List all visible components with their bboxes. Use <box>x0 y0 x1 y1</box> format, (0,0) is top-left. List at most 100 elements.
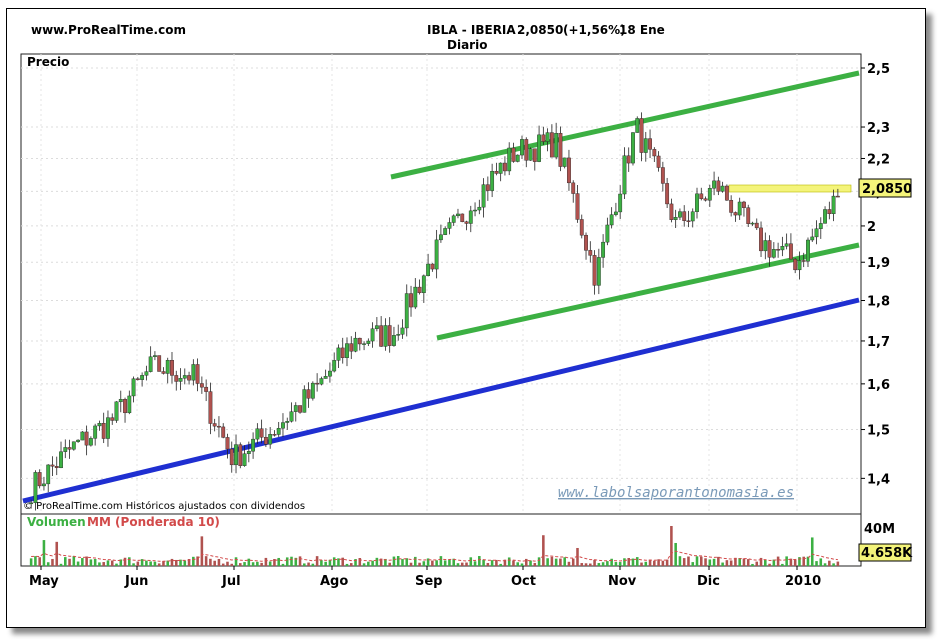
candle <box>328 370 332 377</box>
volume-bar <box>533 562 537 566</box>
watermark[interactable]: www.labolsaporantonomasia.es <box>558 485 794 501</box>
candle <box>379 325 384 347</box>
y-tick-label: 1,8 <box>867 295 890 310</box>
candle <box>268 434 273 445</box>
price-chart: www.ProRealTime.com IBLA - IBERIA 2,0850… <box>20 23 913 589</box>
candle <box>434 239 439 270</box>
volume-bar <box>729 560 733 566</box>
volume-bar <box>465 562 468 566</box>
volume-bar <box>512 560 515 566</box>
volume-bar <box>234 557 238 566</box>
volume-bar <box>738 558 741 566</box>
volume-bar <box>183 560 187 566</box>
volume-bar <box>670 526 673 566</box>
volume-bar <box>128 557 131 566</box>
candle <box>46 464 51 485</box>
y-tick-label: 1,9 <box>867 256 890 271</box>
volume-bar <box>542 535 545 566</box>
candle <box>319 378 324 385</box>
price-panel <box>20 53 862 521</box>
candle <box>63 447 68 452</box>
x-tick-label: Jun <box>124 574 148 589</box>
volume-bar <box>213 560 216 566</box>
candle <box>485 184 490 191</box>
candle <box>430 263 435 270</box>
volume-bar <box>832 563 835 566</box>
candle <box>157 355 162 372</box>
candle <box>340 347 345 358</box>
candle <box>682 211 687 221</box>
candle <box>605 224 610 243</box>
volume-bar <box>243 562 246 566</box>
candle <box>571 182 576 194</box>
candle <box>362 343 366 345</box>
candle <box>383 325 388 347</box>
volume-bar <box>200 536 204 566</box>
volume-bar <box>563 557 566 566</box>
candle <box>131 378 136 397</box>
site-label[interactable]: www.ProRealTime.com <box>31 23 186 37</box>
candle <box>349 343 354 352</box>
volume-bar <box>554 558 558 566</box>
volume-bar <box>396 556 400 566</box>
volume-bar <box>268 561 272 566</box>
candle <box>823 209 827 224</box>
volume-bar <box>217 558 221 566</box>
candle <box>451 215 456 223</box>
candle <box>712 180 716 189</box>
volume-bar <box>507 557 511 566</box>
volume-bar <box>785 556 788 566</box>
candle <box>208 391 213 424</box>
candle <box>234 444 238 466</box>
candle <box>42 483 46 487</box>
volume-bar <box>59 563 63 566</box>
volume-bar <box>324 561 327 566</box>
candle <box>353 337 358 352</box>
volume-bar <box>46 562 50 566</box>
candle <box>750 222 755 225</box>
candle <box>345 343 349 358</box>
candle <box>123 398 127 414</box>
candle <box>776 249 781 251</box>
volume-label: Volumen <box>27 515 86 529</box>
volume-bar <box>674 542 677 566</box>
x-tick-label: Dic <box>697 574 720 589</box>
volume-bar <box>584 563 588 566</box>
volume-bar <box>34 556 37 566</box>
candle <box>255 428 260 440</box>
candle <box>818 223 823 229</box>
volume-bar <box>192 556 195 566</box>
volume-top-tick: 40M <box>864 522 895 537</box>
candle <box>707 188 712 201</box>
volume-bar <box>358 558 362 566</box>
candle <box>71 441 76 450</box>
candle <box>114 401 119 421</box>
volume-bar <box>495 559 498 566</box>
ma-label: MM (Ponderada 10) <box>87 515 220 529</box>
volume-bar <box>768 563 771 566</box>
volume-bar <box>810 537 814 566</box>
volume-bar <box>490 560 494 566</box>
candle <box>50 464 55 467</box>
candle <box>614 211 618 215</box>
candle <box>366 340 371 344</box>
volume-bar <box>162 561 165 566</box>
candle <box>165 360 170 374</box>
candle <box>763 240 768 252</box>
y-tick-label: 2,3 <box>867 121 890 136</box>
y-tick-label: 2,5 <box>867 62 890 77</box>
candle <box>588 250 593 256</box>
candle <box>246 451 251 454</box>
candle <box>724 185 729 201</box>
volume-bar <box>328 559 332 566</box>
volume-bar <box>721 562 724 566</box>
candle <box>460 213 465 222</box>
volume-bar <box>285 557 289 566</box>
candle <box>835 195 840 198</box>
volume-bar <box>409 562 413 566</box>
candle <box>545 132 550 142</box>
volume-bar <box>392 556 396 566</box>
candle <box>336 347 341 361</box>
volume-bar <box>644 561 648 566</box>
volume-bar <box>230 563 234 566</box>
